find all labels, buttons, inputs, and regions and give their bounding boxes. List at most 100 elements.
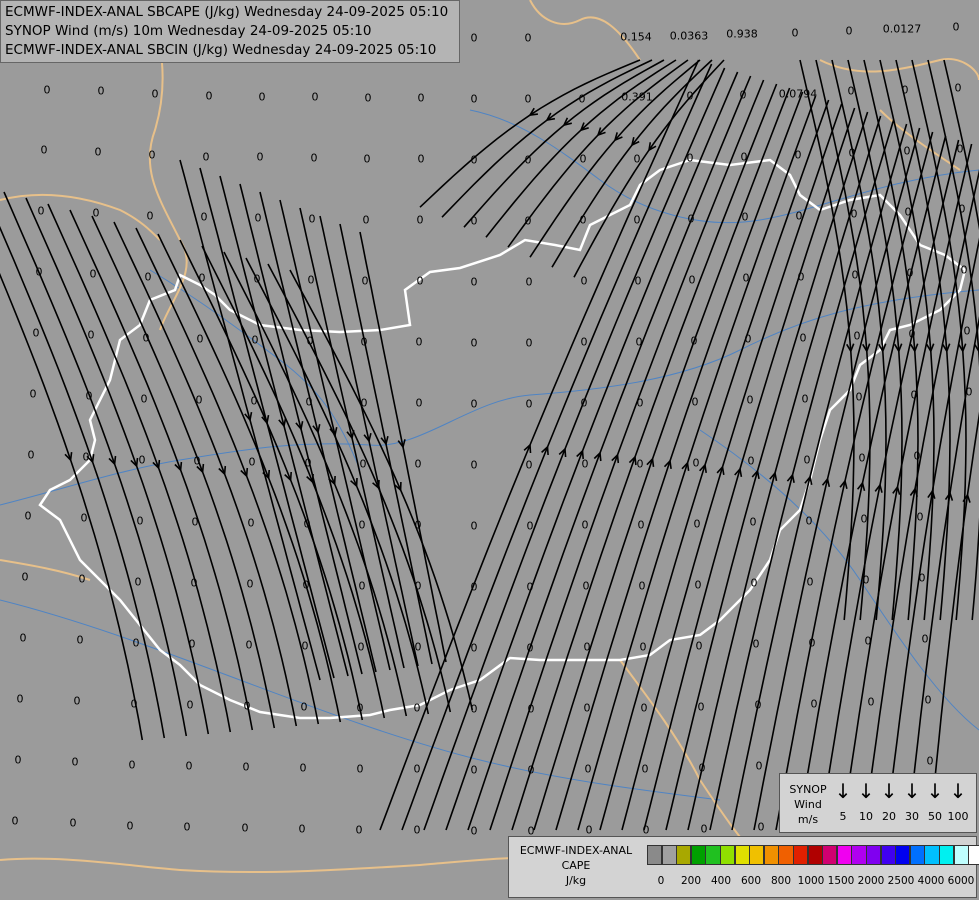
grid-value: 0: [921, 632, 929, 646]
grid-value: 0: [362, 213, 370, 227]
grid-value: 0.0794: [778, 87, 818, 101]
grid-value: 0: [470, 580, 478, 594]
grid-value: 0: [205, 89, 213, 103]
cape-swatch: [763, 845, 779, 865]
grid-value: 0: [524, 31, 532, 45]
grid-value: 0: [132, 636, 140, 650]
grid-value: 0: [527, 763, 535, 777]
grid-value: 0: [69, 816, 77, 830]
grid-value: 0: [744, 332, 752, 346]
cape-legend-title-2: CAPE: [561, 859, 591, 872]
grid-value: 0: [243, 699, 251, 713]
header-line-wind: SYNOP Wind (m/s) 10m Wednesday 24-09-202…: [5, 23, 372, 39]
grid-value: 0: [29, 387, 37, 401]
grid-value: 0: [697, 700, 705, 714]
grid-value: 0: [413, 701, 421, 715]
grid-value: 0: [924, 693, 932, 707]
streamline-east: [621, 103, 843, 831]
grid-value: 0: [470, 336, 478, 350]
wind-level-label: 5: [839, 810, 847, 823]
grid-value: 0: [752, 637, 760, 651]
grid-value: 0: [97, 84, 105, 98]
grid-value: 0: [855, 390, 863, 404]
cape-scale-label: 400: [710, 875, 732, 887]
wind-streamlines: [0, 59, 979, 831]
grid-value: 0: [308, 212, 316, 226]
grid-value: 0: [693, 517, 701, 531]
grid-value: 0: [963, 324, 971, 338]
grid-value: 0: [641, 762, 649, 776]
cape-swatch: [749, 845, 765, 865]
grid-value: 0: [583, 701, 591, 715]
grid-value: 0: [470, 275, 478, 289]
cape-scale-label: 1000: [797, 875, 825, 887]
grid-value: 0: [691, 395, 699, 409]
grid-value: 0: [253, 272, 261, 286]
grid-value: 0: [248, 455, 256, 469]
grid-value: 0: [954, 81, 962, 95]
grid-value: 0: [851, 268, 859, 282]
grid-value: 0: [794, 148, 802, 162]
streamline-east: [423, 67, 726, 831]
grid-value: 0: [916, 510, 924, 524]
grid-value: 0: [692, 456, 700, 470]
grid-value: 0: [146, 209, 154, 223]
river-north: [469, 109, 979, 224]
grid-value: 0: [311, 90, 319, 104]
grid-value: 0: [358, 579, 366, 593]
grid-value: 0: [415, 396, 423, 410]
grid-value: 0: [414, 579, 422, 593]
grid-value: 0: [470, 702, 478, 716]
wind-arrow-icon: ↓: [903, 779, 921, 803]
grid-value: 0: [360, 335, 368, 349]
grid-value: 0: [303, 517, 311, 531]
grid-value: 0: [791, 26, 799, 40]
cape-swatch: [939, 845, 955, 865]
cape-swatch: [895, 845, 911, 865]
streamline-east: [401, 63, 713, 831]
grid-value: 0: [755, 759, 763, 773]
grid-value: 0: [853, 329, 861, 343]
grid-value: 0: [302, 578, 310, 592]
grid-value: 0: [258, 90, 266, 104]
grid-value: 0: [740, 150, 748, 164]
grid-value: 0: [638, 579, 646, 593]
cape-swatch: [851, 845, 867, 865]
grid-value: 0: [525, 397, 533, 411]
grid-value: 0.0363: [669, 29, 709, 43]
cape-scale-label: 2500: [887, 875, 915, 887]
grid-value: 0.938: [726, 27, 758, 41]
grid-value: 0: [862, 573, 870, 587]
grid-value: 0: [700, 822, 708, 836]
grid-value: 0: [151, 87, 159, 101]
grid-value: 0: [903, 144, 911, 158]
grid-value: 0: [524, 153, 532, 167]
grid-value: 0: [193, 454, 201, 468]
grid-value: 0: [195, 393, 203, 407]
grid-value: 0: [578, 92, 586, 106]
grid-value: 0: [190, 576, 198, 590]
grid-value: 0: [584, 762, 592, 776]
wind-arrow-icon: ↓: [926, 779, 944, 803]
grid-value: 0: [245, 638, 253, 652]
streamline-north: [529, 59, 701, 258]
cape-scale-label: 800: [770, 875, 792, 887]
grid-value: 0: [128, 758, 136, 772]
grid-value: 0: [360, 396, 368, 410]
country-border: [38, 158, 967, 720]
grid-value: 0: [359, 457, 367, 471]
grid-value: 0: [80, 511, 88, 525]
grid-value: 0: [858, 451, 866, 465]
wind-level-label: 50: [928, 810, 942, 823]
grid-value: 0: [526, 519, 534, 533]
grid-value: 0: [470, 641, 478, 655]
grid-value: 0: [191, 515, 199, 529]
cape-swatch: [836, 845, 852, 865]
grid-value: 0: [183, 820, 191, 834]
map-header: ECMWF-INDEX-ANAL SBCAPE (J/kg) Wednesday…: [0, 0, 460, 63]
cape-swatch: [793, 845, 809, 865]
grid-value: 0: [470, 397, 478, 411]
grid-value: 0: [470, 214, 478, 228]
streamline-east: [775, 131, 934, 831]
grid-value: 0: [864, 634, 872, 648]
